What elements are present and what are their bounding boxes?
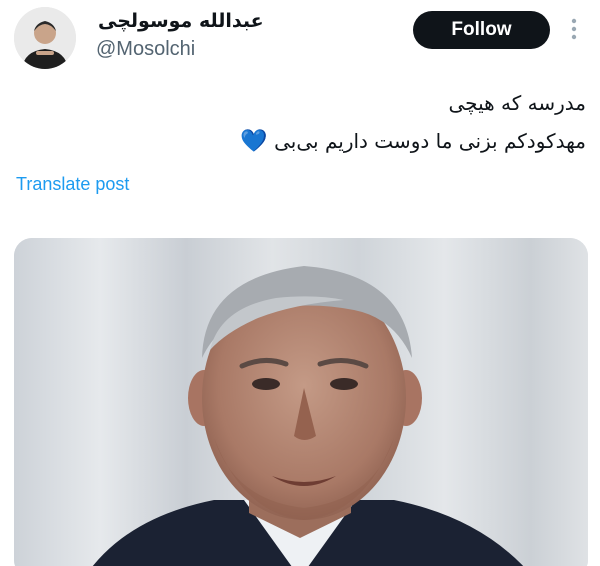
translate-post-link[interactable]: Translate post (16, 174, 129, 195)
tweet-line-text: مهدکودکم بزنی ما دوست داریم بی‌بی (274, 129, 586, 153)
author-display-name[interactable]: عبدالله موسولچی (98, 10, 264, 32)
photo-illustration (14, 238, 588, 566)
author-handle[interactable]: @Mosolchi (96, 38, 195, 61)
tweet-line: مهدکودکم بزنی ما دوست داریم بی‌بی 💙 (26, 122, 586, 161)
avatar[interactable] (14, 7, 76, 69)
tweet-text: مدرسه که هیچی مهدکودکم بزنی ما دوست داری… (26, 84, 586, 161)
more-icon[interactable] (566, 16, 582, 42)
tweet-line: مدرسه که هیچی (448, 91, 586, 115)
tweet-media-image[interactable] (14, 238, 588, 566)
follow-button[interactable]: Follow (413, 11, 550, 49)
blue-heart-emoji: 💙 (240, 129, 268, 154)
avatar-icon (14, 7, 76, 69)
